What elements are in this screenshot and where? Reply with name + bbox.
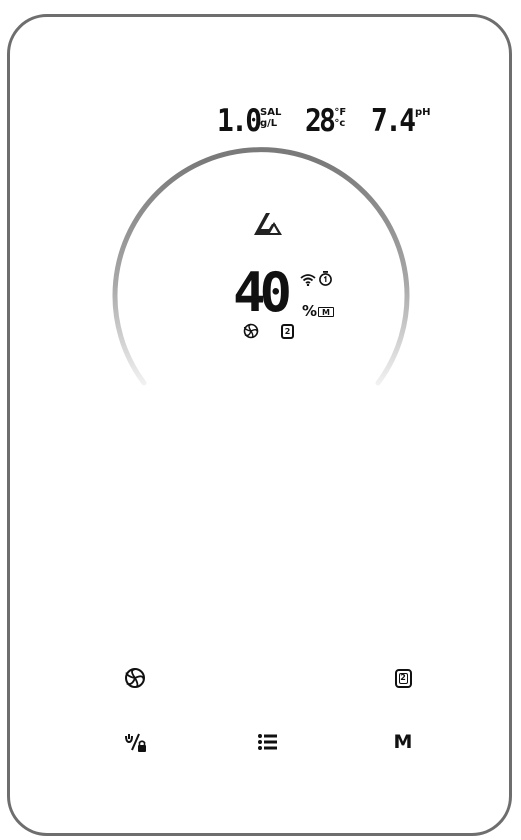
percent-sign: %: [302, 302, 318, 320]
box-2-icon: 2: [281, 324, 294, 339]
menu-list-button[interactable]: [256, 731, 280, 753]
power-lock-icon: [125, 733, 146, 752]
box-2-icon: 2: [394, 668, 412, 688]
power-lock-button[interactable]: [121, 730, 151, 754]
brand-logo-icon: [254, 213, 282, 235]
percent-value: 40: [233, 261, 292, 324]
fan-button[interactable]: [124, 667, 146, 689]
level-arc: [112, 147, 410, 386]
box-2-button[interactable]: 2: [393, 667, 413, 689]
wifi-icon: [300, 274, 316, 286]
fan-icon: [243, 323, 259, 339]
timer-icon: [319, 271, 332, 286]
mode-button[interactable]: M: [390, 729, 416, 755]
list-icon: [258, 734, 277, 750]
fan-icon: [125, 668, 145, 688]
mode-indicator: M: [318, 307, 334, 317]
